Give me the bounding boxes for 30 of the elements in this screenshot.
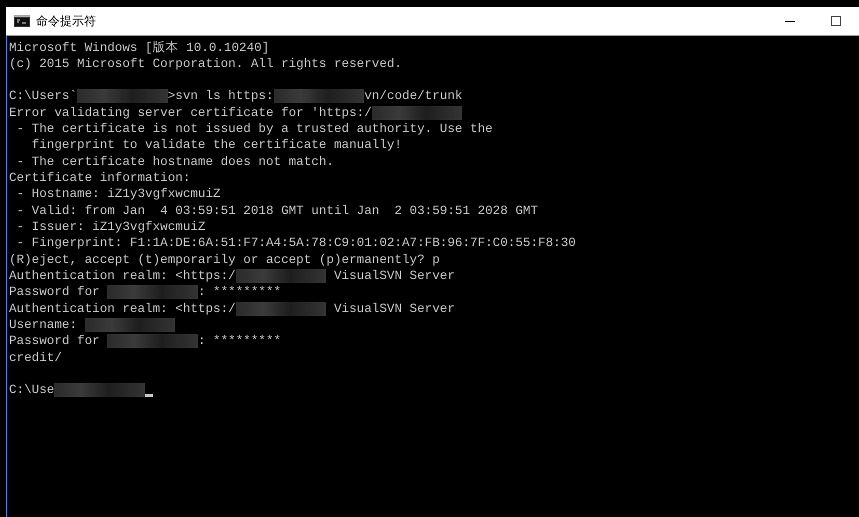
- console-text: Authentication realm: <https:/: [9, 302, 236, 316]
- console-text: >svn ls https:: [168, 89, 274, 104]
- text-cursor: [145, 394, 154, 397]
- console-text: - The certificate hostname does not match.: [16, 154, 334, 169]
- console-text: VisualSVN Server: [332, 268, 455, 283]
- console-text: : *********: [198, 334, 282, 348]
- console-text: C:\Use: [9, 383, 54, 398]
- window-title: 命令提示符: [36, 12, 97, 30]
- console-icon: [14, 15, 30, 27]
- console-text: VisualSVN Server: [332, 302, 455, 316]
- console-text: (R)eject, accept (t)emporarily or accept (p)ermanently? p: [9, 252, 440, 267]
- console-text: - Issuer: iZ1y3vgfxwcmuiZ: [16, 220, 206, 234]
- console-text: - Fingerprint: F1:1A:DE:6A:51:F7:A4:5A:78:C9:01:02:A7:FB:96:7F:C0:55:F8:30: [16, 236, 576, 250]
- console-text: (c) 2015 Microsoft Corporation. All rights reserved.: [9, 56, 402, 71]
- maximize-icon: [831, 16, 841, 26]
- console-text: Microsoft Windows [版本 10.0.10240]: [9, 40, 270, 56]
- console-text: Certificate information:: [9, 170, 190, 185]
- console-text: vn/code/trunk: [364, 89, 462, 104]
- console-text: credit/: [9, 350, 62, 365]
- console-text: : *********: [198, 285, 282, 300]
- console-text: Username:: [9, 318, 78, 332]
- console-text: fingerprint to validate the certificate manually!: [30, 138, 402, 152]
- console-text: - Valid: from Jan 4 03:59:51 2018 GMT until Jan 2 03:59:51 2028 GMT: [16, 204, 538, 218]
- console-text: - The certificate is not issued by a trusted authority. Use the: [16, 122, 493, 136]
- console-text: Password for: [9, 285, 101, 300]
- console-text: C:\Users`: [9, 89, 78, 104]
- console-text: - Hostname: iZ1y3vgfxwcmuiZ: [16, 187, 221, 202]
- console-text: Password for: [9, 334, 101, 348]
- console-text: Authentication realm: <https:/: [9, 268, 236, 283]
- console-text: Error validating server certificate for 'https:/: [9, 106, 372, 120]
